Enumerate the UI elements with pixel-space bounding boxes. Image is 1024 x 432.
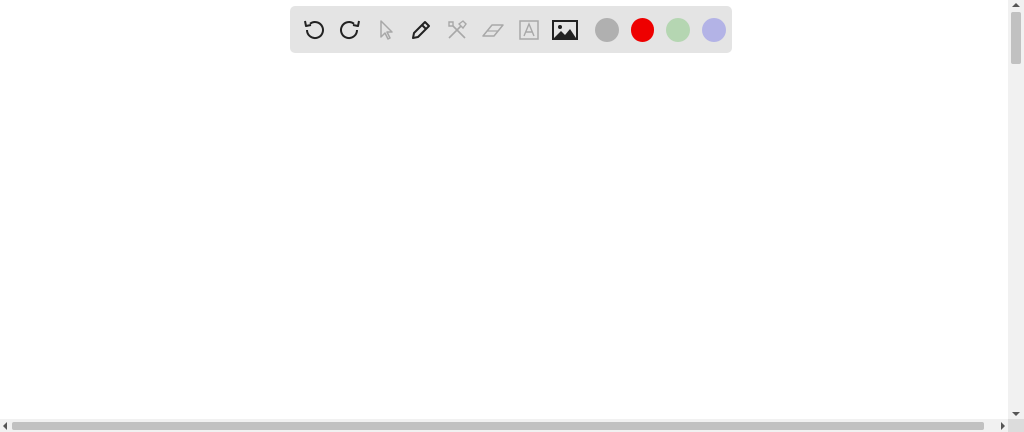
horizontal-scrollbar[interactable] <box>0 419 1008 432</box>
color-swatch-gray[interactable] <box>594 17 619 42</box>
undo-icon <box>303 20 324 39</box>
crossed-tools-icon <box>448 19 468 39</box>
scroll-left-arrow-icon[interactable] <box>0 419 10 432</box>
pointer-icon <box>379 19 393 40</box>
color-swatch-lavender[interactable] <box>702 17 726 42</box>
vertical-scroll-thumb[interactable] <box>1011 12 1021 64</box>
drawing-canvas[interactable] <box>0 0 1008 419</box>
select-button[interactable] <box>372 16 400 44</box>
image-icon <box>551 19 578 40</box>
vertical-scrollbar[interactable] <box>1008 0 1024 419</box>
undo-button[interactable] <box>300 16 328 44</box>
color-swatch-red[interactable] <box>630 17 655 42</box>
text-box-icon <box>519 19 539 40</box>
whiteboard-page <box>0 0 1024 432</box>
pen-button[interactable] <box>407 16 435 44</box>
drawing-toolbar <box>290 6 732 53</box>
redo-icon <box>339 20 360 39</box>
redo-button[interactable] <box>336 16 364 44</box>
text-button[interactable] <box>515 16 543 44</box>
tools-button[interactable] <box>443 16 471 44</box>
eraser-button[interactable] <box>479 16 507 44</box>
scroll-down-arrow-icon[interactable] <box>1008 409 1024 419</box>
eraser-icon <box>482 23 504 37</box>
horizontal-scroll-thumb[interactable] <box>12 422 984 430</box>
scroll-up-arrow-icon[interactable] <box>1008 0 1024 10</box>
color-swatch-green[interactable] <box>666 17 691 42</box>
image-button[interactable] <box>551 16 579 44</box>
scrollbar-corner <box>1008 419 1024 432</box>
pencil-icon <box>412 20 431 39</box>
scroll-right-arrow-icon[interactable] <box>998 419 1008 432</box>
